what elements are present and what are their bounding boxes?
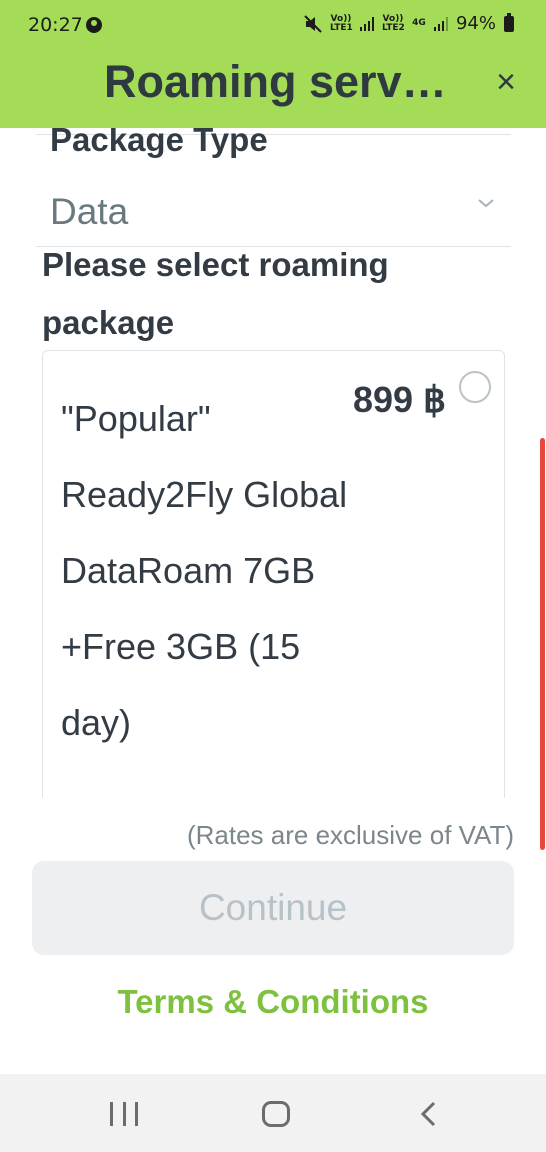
- signal-1-icon: [359, 16, 374, 31]
- network-2-label: Vo)) LTE2: [381, 13, 405, 33]
- package-price: 899 ฿: [353, 379, 446, 420]
- battery-icon: [504, 12, 514, 32]
- account-status-icon: [86, 17, 102, 33]
- package-type-label: Package Type: [50, 128, 268, 158]
- vat-note: (Rates are exclusive of VAT): [186, 820, 514, 850]
- package-option-card[interactable]: "Popular" Ready2Fly Global DataRoam 7GB …: [42, 350, 505, 798]
- status-time: 20:27: [28, 14, 83, 36]
- scroll-content[interactable]: Package Type Data Please select roaming …: [0, 128, 546, 798]
- recent-apps-button[interactable]: [110, 1102, 138, 1126]
- package-type-value: Data: [50, 191, 129, 232]
- back-icon[interactable]: [418, 1100, 440, 1128]
- signal-2-icon: [433, 16, 448, 31]
- package-type-select[interactable]: Package Type Data: [36, 128, 511, 247]
- app-header: 20:27 Vo)) LTE1 Vo)) LTE2 4G 94% Roaming…: [0, 0, 546, 128]
- scrollbar[interactable]: [540, 438, 545, 850]
- package-name: "Popular" Ready2Fly Global DataRoam 7GB …: [61, 398, 348, 743]
- close-icon: ×: [496, 63, 516, 101]
- system-nav-bar: [0, 1074, 546, 1152]
- chevron-down-icon: [478, 199, 494, 208]
- continue-button[interactable]: Continue: [32, 861, 514, 955]
- network-type-label: 4G: [412, 18, 426, 28]
- mute-icon: [304, 14, 322, 33]
- select-package-heading: Please select roaming package: [42, 246, 389, 341]
- status-bar: 20:27 Vo)) LTE1 Vo)) LTE2 4G 94%: [0, 0, 546, 52]
- status-icons: Vo)) LTE1 Vo)) LTE2 4G 94%: [304, 12, 514, 34]
- battery-percent: 94%: [455, 13, 496, 34]
- close-button[interactable]: ×: [486, 62, 526, 102]
- network-1-label: Vo)) LTE1: [329, 13, 353, 33]
- page-title: Roaming servic…: [104, 56, 454, 107]
- package-radio[interactable]: [459, 371, 491, 403]
- terms-conditions-link[interactable]: Terms & Conditions: [0, 983, 546, 1021]
- home-button[interactable]: [262, 1101, 290, 1127]
